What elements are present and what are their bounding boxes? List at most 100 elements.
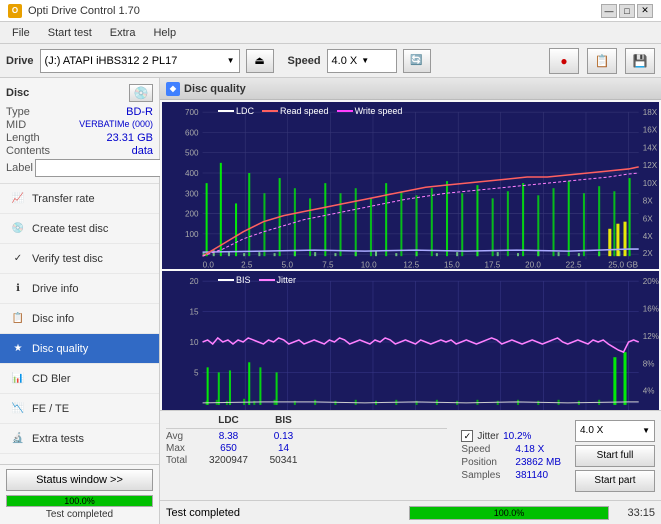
bottom-progress-text: 100.0%	[410, 507, 608, 519]
toolbar-btn-2[interactable]: 📋	[587, 48, 617, 74]
status-window-button[interactable]: Status window >>	[6, 469, 153, 491]
col-empty	[166, 415, 201, 426]
disc-section-title: Disc	[6, 87, 29, 99]
start-full-button[interactable]: Start full	[575, 445, 655, 467]
title-bar-left: O Opti Drive Control 1.70	[8, 4, 140, 18]
app-title: Opti Drive Control 1.70	[28, 5, 140, 17]
test-speed-arrow: ▼	[642, 426, 650, 435]
drive-selector[interactable]: (J:) ATAPI iHBS312 2 PL17 ▼	[40, 49, 240, 73]
svg-text:7.5: 7.5	[322, 260, 334, 269]
sidebar-item-verify-test-disc[interactable]: ✓ Verify test disc	[0, 244, 159, 274]
ldc-label: LDC	[236, 106, 254, 116]
ldc-avg-val: 8.38	[201, 431, 256, 442]
title-bar: O Opti Drive Control 1.70 — □ ✕	[0, 0, 661, 22]
drive-value: (J:) ATAPI iHBS312 2 PL17	[45, 55, 223, 67]
test-speed-selector[interactable]: 4.0 X ▼	[575, 420, 655, 442]
title-bar-controls: — □ ✕	[601, 4, 653, 18]
sidebar-progress-text: 100.0%	[7, 496, 152, 506]
disc-icon-button[interactable]: 💿	[129, 84, 153, 102]
jitter-checkbox[interactable]: ✓	[461, 430, 473, 442]
sidebar-item-transfer-rate[interactable]: 📈 Transfer rate	[0, 184, 159, 214]
toolbar-btn-3[interactable]: 💾	[625, 48, 655, 74]
start-part-button[interactable]: Start part	[575, 470, 655, 492]
disc-label-input[interactable]	[35, 159, 173, 177]
svg-text:22.5: 22.5	[566, 260, 582, 269]
cd-bler-label: CD Bler	[32, 373, 71, 385]
jitter-label: Jitter	[277, 275, 297, 285]
col-ldc: LDC	[201, 415, 256, 426]
sidebar-progress-bar: 100.0%	[6, 495, 153, 507]
sidebar-item-create-test-disc[interactable]: 💿 Create test disc	[0, 214, 159, 244]
sidebar-item-drive-info[interactable]: ℹ Drive info	[0, 274, 159, 304]
fe-te-icon: 📉	[10, 401, 26, 417]
svg-text:14X: 14X	[643, 144, 658, 153]
svg-text:600: 600	[185, 128, 199, 137]
status-section: Status window >> 100.0% Test completed	[0, 464, 159, 524]
svg-text:6X: 6X	[643, 215, 654, 224]
svg-text:20: 20	[189, 278, 199, 287]
stats-headers: LDC BIS	[166, 415, 447, 429]
toolbar-btn-1[interactable]: ●	[549, 48, 579, 74]
read-speed-label: Read speed	[280, 106, 329, 116]
legend-read-speed: Read speed	[262, 106, 329, 116]
bis-max-val: 14	[256, 443, 311, 454]
sidebar-item-disc-info[interactable]: 📋 Disc info	[0, 304, 159, 334]
main-area: Disc 💿 Type BD-R MID VERBATIMe (000) Len…	[0, 78, 661, 524]
sidebar-item-fe-te[interactable]: 📉 FE / TE	[0, 394, 159, 424]
svg-text:25.0 GB: 25.0 GB	[608, 260, 638, 269]
stats-middle: ✓ Jitter 10.2% Speed 4.18 X Position 238…	[453, 415, 569, 496]
svg-text:8X: 8X	[643, 196, 654, 205]
menu-start-test[interactable]: Start test	[40, 25, 100, 41]
panel-header: ◆ Disc quality	[160, 78, 661, 100]
svg-text:100: 100	[185, 230, 199, 239]
jitter-stat-row: ✓ Jitter 10.2%	[461, 430, 561, 442]
bottom-time: 33:15	[615, 507, 655, 519]
svg-text:18X: 18X	[643, 108, 658, 117]
write-speed-label: Write speed	[355, 106, 403, 116]
disc-type-row: Type BD-R	[6, 106, 153, 118]
disc-icon: 💿	[134, 86, 149, 100]
bottom-status-text: Test completed	[166, 507, 403, 519]
ldc-max-val: 650	[201, 443, 256, 454]
chart-bottom: BIS Jitter	[162, 271, 659, 410]
speed-value: 4.0 X	[332, 55, 358, 67]
extra-tests-icon: 🔬	[10, 431, 26, 447]
disc-quality-icon: ★	[10, 341, 26, 357]
create-test-disc-icon: 💿	[10, 221, 26, 237]
sidebar-item-cd-bler[interactable]: 📊 CD Bler	[0, 364, 159, 394]
panel-icon: ◆	[166, 82, 180, 96]
position-label: Position	[461, 457, 511, 468]
menu-help[interactable]: Help	[145, 25, 184, 41]
verify-test-disc-label: Verify test disc	[32, 253, 103, 265]
sidebar-item-extra-tests[interactable]: 🔬 Extra tests	[0, 424, 159, 454]
app-icon: O	[8, 4, 22, 18]
disc-section: Disc 💿 Type BD-R MID VERBATIMe (000) Len…	[0, 78, 159, 184]
sidebar-item-disc-quality[interactable]: ★ Disc quality	[0, 334, 159, 364]
ldc-line	[218, 110, 234, 112]
menu-file[interactable]: File	[4, 25, 38, 41]
speed-stat-val: 4.18 X	[515, 444, 544, 455]
drive-info-icon: ℹ	[10, 281, 26, 297]
chart2-legend: BIS Jitter	[212, 273, 302, 287]
total-label: Total	[166, 455, 201, 466]
drive-eject-button[interactable]: ⏏	[246, 49, 274, 73]
fe-te-label: FE / TE	[32, 403, 69, 415]
close-button[interactable]: ✕	[637, 4, 653, 18]
maximize-button[interactable]: □	[619, 4, 635, 18]
disc-contents-row: Contents data	[6, 145, 153, 157]
bottom-progress-bar: 100.0%	[409, 506, 609, 520]
avg-label: Avg	[166, 431, 201, 442]
disc-contents-value: data	[132, 145, 153, 157]
svg-text:10X: 10X	[643, 179, 658, 188]
menu-extra[interactable]: Extra	[102, 25, 144, 41]
svg-text:15: 15	[189, 308, 199, 317]
speed-selector[interactable]: 4.0 X ▼	[327, 49, 397, 73]
stats-row: LDC BIS Avg 8.38 0.13 Max 650 14	[160, 411, 661, 500]
speed-set-button[interactable]: 🔄	[403, 49, 431, 73]
svg-text:4%: 4%	[643, 387, 655, 396]
stats-right: 4.0 X ▼ Start full Start part	[569, 415, 661, 496]
samples-val: 381140	[515, 470, 548, 481]
speed-stat-label: Speed	[461, 444, 511, 455]
sidebar: Disc 💿 Type BD-R MID VERBATIMe (000) Len…	[0, 78, 160, 524]
minimize-button[interactable]: —	[601, 4, 617, 18]
